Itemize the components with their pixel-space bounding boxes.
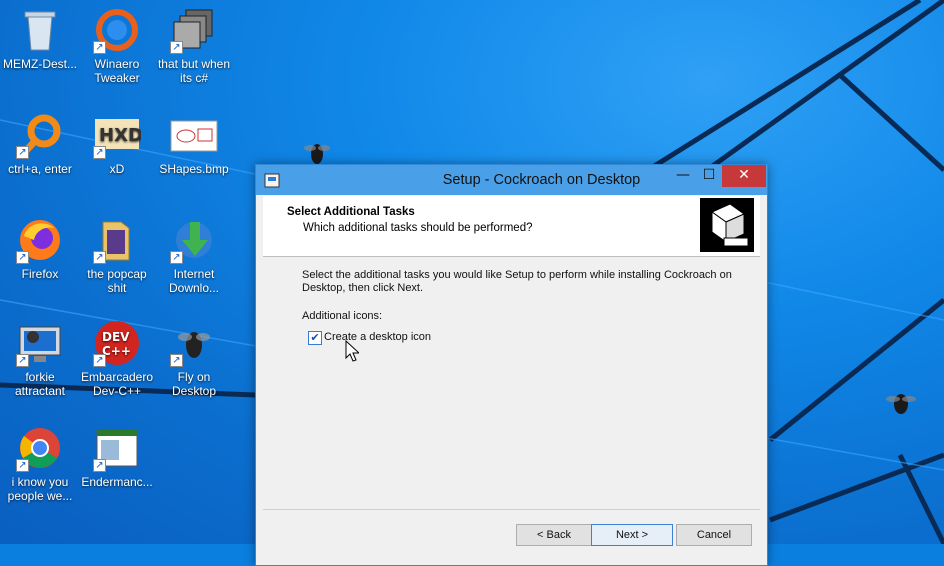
desktop-icon-checkbox-label[interactable]: Create a desktop icon — [324, 331, 431, 343]
task-description: Select the additional tasks you would li… — [302, 269, 732, 294]
search-ring-icon: ↗ — [16, 111, 64, 159]
icon-label: forkie attractant — [14, 370, 66, 398]
wizard-body: Select the additional tasks you would li… — [263, 257, 760, 557]
computer-setup-icon — [700, 198, 754, 252]
back-button[interactable]: < Back — [516, 524, 592, 546]
desktop-icon-idm[interactable]: ↗ Internet Downlo... — [154, 210, 234, 295]
title-bar[interactable]: Setup - Cockroach on Desktop — ☐ ✕ — [256, 165, 767, 195]
additional-icons-label: Additional icons: — [302, 310, 383, 322]
shortcut-arrow-icon: ↗ — [170, 354, 183, 367]
shortcut-arrow-icon: ↗ — [170, 251, 183, 264]
desktop-icon-fly[interactable]: ↗ Fly on Desktop — [154, 313, 234, 398]
maximize-button[interactable]: ☐ — [696, 165, 722, 187]
folder-icon: ↗ — [93, 216, 141, 264]
icon-label: that but when its c# — [157, 57, 231, 85]
icon-label: Internet Downlo... — [168, 267, 220, 295]
wizard-header: Select Additional Tasks Which additional… — [263, 196, 760, 257]
chrome-icon: ↗ — [16, 424, 64, 472]
shortcut-arrow-icon: ↗ — [16, 146, 29, 159]
cancel-button[interactable]: Cancel — [676, 524, 752, 546]
icon-label: Fly on Desktop — [171, 370, 217, 398]
desktop-icon-popcap[interactable]: ↗ the popcap shit — [77, 210, 157, 295]
page-title: Select Additional Tasks — [287, 206, 415, 218]
bitmap-image-icon — [170, 111, 218, 159]
desktop-icon-checkbox[interactable]: ✔ — [308, 331, 322, 345]
desktop-icon-chrome[interactable]: ↗ i know you people we... — [0, 418, 80, 503]
page-subtitle: Which additional tasks should be perform… — [303, 222, 533, 234]
icon-label: the popcap shit — [87, 267, 147, 295]
desktop-icon-endermanch[interactable]: ↗ Endermanc... — [77, 418, 157, 489]
shortcut-arrow-icon: ↗ — [170, 41, 183, 54]
shortcut-arrow-icon: ↗ — [93, 41, 106, 54]
icon-label: MEMZ-Dest... — [3, 57, 77, 71]
minimize-button[interactable]: — — [670, 165, 696, 187]
desktop-icon-forkie[interactable]: ↗ forkie attractant — [0, 313, 80, 398]
icon-label: Winaero Tweaker — [94, 57, 140, 85]
desktop-icon-memz[interactable]: MEMZ-Dest... — [0, 0, 80, 71]
shortcut-arrow-icon: ↗ — [93, 251, 106, 264]
monitor-gear-icon: ↗ — [16, 319, 64, 367]
icon-label: i know you people we... — [7, 475, 73, 503]
desktop-icon-firefox[interactable]: ↗ Firefox — [0, 210, 80, 281]
shortcut-arrow-icon: ↗ — [16, 251, 29, 264]
icon-label: Endermanc... — [81, 475, 153, 489]
download-manager-icon: ↗ — [170, 216, 218, 264]
desktop-icon-xd[interactable]: HXD ↗ xD — [77, 105, 157, 176]
desktop-icon-winaero[interactable]: ↗ Winaero Tweaker — [77, 0, 157, 85]
close-button[interactable]: ✕ — [722, 165, 766, 187]
setup-dialog: Setup - Cockroach on Desktop — ☐ ✕ Selec… — [255, 164, 768, 566]
icon-label: xD — [109, 162, 125, 176]
shortcut-arrow-icon: ↗ — [93, 459, 106, 472]
next-button[interactable]: Next > — [591, 524, 673, 546]
stacked-windows-icon: ↗ — [170, 6, 218, 54]
icon-label: ctrl+a, enter — [8, 162, 72, 176]
fly-icon: ↗ — [170, 319, 218, 367]
shortcut-arrow-icon: ↗ — [16, 354, 29, 367]
hxd-icon: HXD ↗ — [93, 111, 143, 159]
icon-label: SHapes.bmp — [159, 162, 229, 176]
devcpp-icon: DEV C++ ↗ — [93, 319, 141, 367]
shortcut-arrow-icon: ↗ — [93, 146, 106, 159]
recycle-bin-icon — [16, 6, 64, 54]
shortcut-arrow-icon: ↗ — [16, 459, 29, 472]
icon-label: Firefox — [21, 267, 59, 281]
desktop-icon-ctrl-a[interactable]: ↗ ctrl+a, enter — [0, 105, 80, 176]
firefox-icon: ↗ — [16, 216, 64, 264]
svg-text:C++: C++ — [102, 344, 131, 358]
svg-text:HXD: HXD — [99, 125, 141, 146]
desktop-icon-csharp[interactable]: ↗ that but when its c# — [154, 0, 234, 85]
winaero-icon: ↗ — [93, 6, 141, 54]
footer-divider — [263, 509, 760, 510]
desktop-icon-devcpp[interactable]: DEV C++ ↗ Embarcadero Dev-C++ — [77, 313, 157, 398]
icon-label: Embarcadero Dev-C++ — [80, 370, 154, 398]
svg-text:DEV: DEV — [102, 330, 130, 344]
shortcut-arrow-icon: ↗ — [93, 354, 106, 367]
fly-icon — [886, 394, 916, 414]
desktop-icon-shapes[interactable]: SHapes.bmp — [154, 105, 234, 176]
mouse-cursor-icon — [345, 340, 359, 362]
window-app-icon: ↗ — [93, 424, 141, 472]
